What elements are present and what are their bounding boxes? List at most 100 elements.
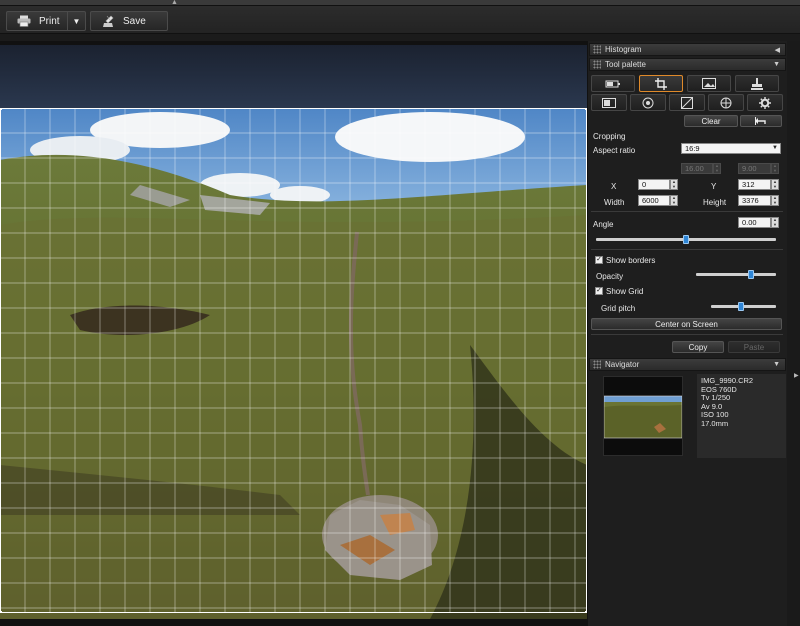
width-field[interactable]: 6000 <box>638 195 670 206</box>
save-label: Save <box>123 15 146 27</box>
opacity-slider[interactable] <box>696 270 776 279</box>
angle-label: Angle <box>593 220 614 229</box>
width-stepper[interactable]: ▲ ▼ <box>670 195 678 206</box>
clear-button[interactable]: Clear <box>684 115 738 127</box>
printer-icon <box>17 15 31 27</box>
lens-icon <box>642 97 654 108</box>
tab-basic-adjustment[interactable] <box>591 75 635 92</box>
slider-thumb[interactable] <box>737 302 744 311</box>
image-viewer[interactable] <box>0 41 587 626</box>
histogram-title: Histogram <box>605 45 642 54</box>
height-stepper[interactable]: ▲ ▼ <box>771 195 779 206</box>
panel-edge-strip <box>787 41 800 626</box>
undo-button[interactable] <box>740 115 782 127</box>
cropping-title: Cropping <box>593 132 626 141</box>
divider <box>591 249 783 250</box>
grip-icon <box>593 45 601 54</box>
navigator-thumbnail[interactable] <box>603 376 683 456</box>
y-stepper[interactable]: ▲ ▼ <box>771 179 779 190</box>
navigator-title: Navigator <box>605 360 640 369</box>
crop-handle <box>0 611 2 613</box>
show-borders-label: Show borders <box>606 256 656 265</box>
image-icon <box>702 78 716 89</box>
top-strip <box>0 0 800 6</box>
tab-color-adjust[interactable] <box>708 94 744 111</box>
height-field[interactable]: 3376 <box>738 195 771 206</box>
grid-pitch-slider[interactable] <box>711 302 776 311</box>
gear-icon <box>759 96 771 109</box>
height-label: Height <box>703 198 727 207</box>
angle-field[interactable]: 0.00 <box>738 217 771 228</box>
tool-palette-title: Tool palette <box>605 60 646 69</box>
print-label: Print <box>39 15 60 27</box>
crop-border <box>0 108 587 613</box>
save-icon <box>103 15 114 27</box>
divider <box>591 334 783 335</box>
tool-palette-header[interactable]: Tool palette ▼ <box>589 58 786 71</box>
slider-track <box>696 273 776 276</box>
info-focal-length: 17.0mm <box>701 418 729 428</box>
y-field[interactable]: 312 <box>738 179 771 190</box>
navigator-header[interactable]: Navigator ▼ <box>589 358 786 371</box>
tab-tone-curve[interactable] <box>669 94 705 111</box>
aspect-ratio-label: Aspect ratio <box>593 146 636 155</box>
chevron-down-icon: ▼ <box>772 145 778 151</box>
thumbnail-image <box>603 395 683 439</box>
color-icon <box>720 97 732 108</box>
center-on-screen-button[interactable]: Center on Screen <box>591 318 782 330</box>
chevron-down-icon[interactable]: ▼ <box>773 361 780 368</box>
main-toolbar: ▲ Print ▼ Save <box>0 0 800 34</box>
collapse-toolbar-icon[interactable]: ▲ <box>171 0 178 6</box>
copy-button[interactable]: Copy <box>672 341 724 353</box>
crop-icon <box>655 77 667 90</box>
ratio-width-stepper: ▲ ▼ <box>713 163 721 174</box>
crop-panel-icon <box>602 97 616 108</box>
paste-button: Paste <box>728 341 780 353</box>
angle-stepper[interactable]: ▲ ▼ <box>771 217 779 228</box>
right-panel: Histogram ◀ Tool palette ▼ Clear Croppin… <box>587 41 787 626</box>
tab-lens-correction[interactable] <box>630 94 666 111</box>
tone-curve-icon <box>681 96 693 109</box>
undo-icon <box>755 117 766 125</box>
x-field[interactable]: 0 <box>638 179 670 190</box>
crop-handle <box>0 108 2 110</box>
angle-slider[interactable] <box>596 235 776 244</box>
battery-adjust-icon <box>605 80 620 87</box>
show-grid-checkbox[interactable]: ✓ <box>595 287 603 295</box>
opacity-label: Opacity <box>596 272 624 281</box>
paste-label: Paste <box>743 342 765 352</box>
tab-crop-settings[interactable] <box>591 94 627 111</box>
crop-grid-overlay[interactable] <box>0 108 587 613</box>
y-label: Y <box>711 182 717 191</box>
divider <box>591 211 783 212</box>
expand-panel-icon[interactable]: ▶ <box>794 372 799 379</box>
ratio-height-input: 9.00 <box>738 163 771 174</box>
save-button[interactable]: Save <box>90 11 168 31</box>
ratio-height-stepper: ▲ ▼ <box>771 163 779 174</box>
clear-label: Clear <box>701 116 721 126</box>
grid-pitch-label: Grid pitch <box>601 304 636 313</box>
tab-stamp[interactable] <box>735 75 779 92</box>
copy-label: Copy <box>688 342 708 352</box>
aspect-ratio-value: 16:9 <box>685 144 700 153</box>
chevron-down-icon[interactable]: ▼ <box>773 61 780 68</box>
width-label: Width <box>604 198 625 207</box>
tab-settings[interactable] <box>747 94 783 111</box>
ratio-width-input: 16.00 <box>681 163 713 174</box>
histogram-header[interactable]: Histogram ◀ <box>589 43 786 56</box>
show-grid-label: Show Grid <box>606 287 644 296</box>
stamp-icon <box>751 77 763 90</box>
slider-thumb[interactable] <box>747 270 754 279</box>
tab-crop[interactable] <box>639 75 683 92</box>
tab-image-quality[interactable] <box>687 75 731 92</box>
slider-thumb[interactable] <box>683 235 689 244</box>
center-label: Center on Screen <box>655 319 718 329</box>
show-borders-checkbox[interactable]: ✓ <box>595 256 603 264</box>
x-stepper[interactable]: ▲ ▼ <box>670 179 678 190</box>
grip-icon <box>593 360 601 369</box>
collapse-left-icon[interactable]: ◀ <box>775 46 780 54</box>
print-dropdown-icon[interactable]: ▼ <box>67 12 85 30</box>
x-label: X <box>611 182 617 191</box>
print-button[interactable]: Print ▼ <box>6 11 86 31</box>
aspect-ratio-select[interactable]: 16:9 ▼ <box>681 143 781 154</box>
